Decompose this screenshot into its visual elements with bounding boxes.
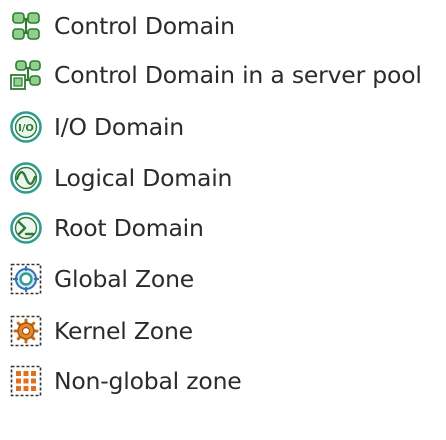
legend-label: Non-global zone	[54, 367, 242, 395]
legend-item-control-domain: Control Domain	[8, 6, 235, 46]
io-domain-icon: I/O	[8, 109, 44, 145]
legend-item-global-zone: Global Zone	[8, 259, 194, 299]
global-zone-icon	[8, 261, 44, 297]
logical-domain-icon	[8, 160, 44, 196]
kernel-zone-icon	[8, 313, 44, 349]
legend-item-logical-domain: Logical Domain	[8, 158, 232, 198]
legend-item-io-domain: I/O I/O Domain	[8, 107, 184, 147]
root-domain-icon	[8, 210, 44, 246]
legend-item-root-domain: Root Domain	[8, 208, 204, 248]
non-global-zone-icon	[8, 363, 44, 399]
legend-label: Kernel Zone	[54, 317, 193, 345]
legend-item-non-global-zone: Non-global zone	[8, 361, 242, 401]
io-icon-text: I/O	[18, 123, 34, 134]
legend-label: Logical Domain	[54, 164, 233, 192]
legend-label: I/O Domain	[54, 113, 185, 141]
legend-label: Global Zone	[54, 265, 195, 293]
legend-label: Control Domain	[54, 12, 235, 40]
legend-label: Root Domain	[54, 214, 204, 242]
control-domain-server-pool-icon	[8, 57, 44, 93]
legend-label: Control Domain in a server pool	[54, 61, 422, 89]
legend-item-kernel-zone: Kernel Zone	[8, 311, 193, 351]
control-domain-icon	[8, 8, 44, 44]
icon-legend: Control Domain Control Domain in a serve…	[0, 0, 446, 440]
legend-item-control-domain-server-pool: Control Domain in a server pool	[8, 55, 422, 95]
